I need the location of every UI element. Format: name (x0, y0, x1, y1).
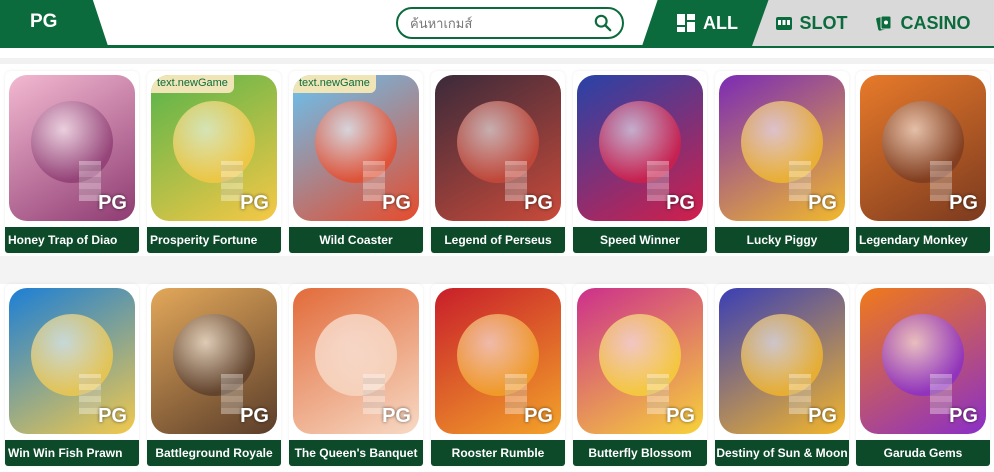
provider-logo: PG (98, 192, 127, 214)
game-thumbnail[interactable]: PG (719, 75, 845, 221)
tab-casino[interactable]: CASINO (852, 0, 994, 46)
game-thumbnail[interactable]: PG (9, 288, 135, 434)
provider-logo: PG (808, 405, 837, 427)
game-title[interactable]: Honey Trap of Diao (5, 227, 139, 253)
slot-machine-icon (775, 17, 792, 30)
provider-logo: PG (524, 192, 553, 214)
game-title[interactable]: The Queen's Banquet (289, 440, 423, 466)
game-title[interactable]: Battleground Royale (147, 440, 281, 466)
game-thumbnail[interactable]: PG (293, 288, 419, 434)
provider-logo: PG (808, 192, 837, 214)
game-thumbnail[interactable]: PG (860, 288, 986, 434)
tab-casino-label: CASINO (900, 12, 971, 33)
game-card[interactable]: PG Battleground Royale (147, 284, 281, 466)
provider-logo: PG (524, 405, 553, 427)
provider-logo: PG (949, 192, 978, 214)
search-input[interactable] (410, 14, 590, 34)
game-card[interactable]: PG The Queen's Banquet (289, 284, 423, 466)
game-card[interactable]: PG Legendary Monkey (856, 71, 990, 253)
game-card[interactable]: PG Honey Trap of Diao (5, 71, 139, 253)
game-thumbnail[interactable]: PG (860, 75, 986, 221)
provider-logo: PG (240, 192, 269, 214)
game-card[interactable]: PG Win Win Fish Prawn (5, 284, 139, 466)
provider-logo: PG (98, 405, 127, 427)
provider-logo: PG (949, 405, 978, 427)
game-title[interactable]: Wild Coaster (289, 227, 423, 253)
game-card[interactable]: PG text.newGame Wild Coaster (289, 71, 423, 253)
game-title[interactable]: Prosperity Fortune (147, 227, 281, 253)
game-thumbnail[interactable]: PG (151, 288, 277, 434)
game-card[interactable]: PG Butterfly Blossom (573, 284, 707, 466)
game-thumbnail[interactable]: PG (9, 75, 135, 221)
game-title[interactable]: Lucky Piggy (715, 227, 849, 253)
game-card[interactable]: PG text.newGame Prosperity Fortune (147, 71, 281, 253)
cards-icon (876, 15, 892, 31)
provider-logo: PG (666, 405, 695, 427)
game-card[interactable]: PG Garuda Gems (856, 284, 990, 466)
game-thumbnail[interactable]: PG text.newGame (293, 75, 419, 221)
header-divider (0, 58, 994, 64)
game-title[interactable]: Destiny of Sun & Moon (715, 440, 849, 466)
game-card[interactable]: PG Rooster Rumble (431, 284, 565, 466)
game-title[interactable]: Butterfly Blossom (573, 440, 707, 466)
brand-logo[interactable]: PG (0, 0, 108, 46)
row-separator (0, 256, 994, 284)
game-title[interactable]: Rooster Rumble (431, 440, 565, 466)
game-thumbnail[interactable]: PG (577, 288, 703, 434)
tab-slot-label: SLOT (799, 12, 848, 33)
top-bar: PG ALL SLOT CASINO (0, 0, 994, 48)
game-thumbnail[interactable]: PG (435, 75, 561, 221)
tab-slot[interactable]: SLOT (752, 0, 870, 46)
game-title[interactable]: Win Win Fish Prawn (5, 440, 139, 466)
game-title[interactable]: Legend of Perseus (431, 227, 565, 253)
provider-logo: PG (240, 405, 269, 427)
game-thumbnail[interactable]: PG (435, 288, 561, 434)
new-game-badge: text.newGame (293, 75, 376, 93)
game-card[interactable]: PG Destiny of Sun & Moon (715, 284, 849, 466)
provider-logo: PG (382, 192, 411, 214)
game-card[interactable]: PG Legend of Perseus (431, 71, 565, 253)
provider-logo: PG (382, 405, 411, 427)
game-card[interactable]: PG Lucky Piggy (715, 71, 849, 253)
tab-all-label: ALL (703, 12, 738, 33)
game-thumbnail[interactable]: PG (577, 75, 703, 221)
new-game-badge: text.newGame (151, 75, 234, 93)
game-title[interactable]: Legendary Monkey (856, 227, 990, 253)
game-title[interactable]: Speed Winner (573, 227, 707, 253)
tab-all[interactable]: ALL (642, 0, 772, 46)
game-thumbnail[interactable]: PG text.newGame (151, 75, 277, 221)
search-box[interactable] (396, 7, 624, 39)
search-icon[interactable] (594, 14, 612, 32)
game-thumbnail[interactable]: PG (719, 288, 845, 434)
provider-logo: PG (666, 192, 695, 214)
grid-icon (677, 14, 695, 32)
game-card[interactable]: PG Speed Winner (573, 71, 707, 253)
game-title[interactable]: Garuda Gems (856, 440, 990, 466)
